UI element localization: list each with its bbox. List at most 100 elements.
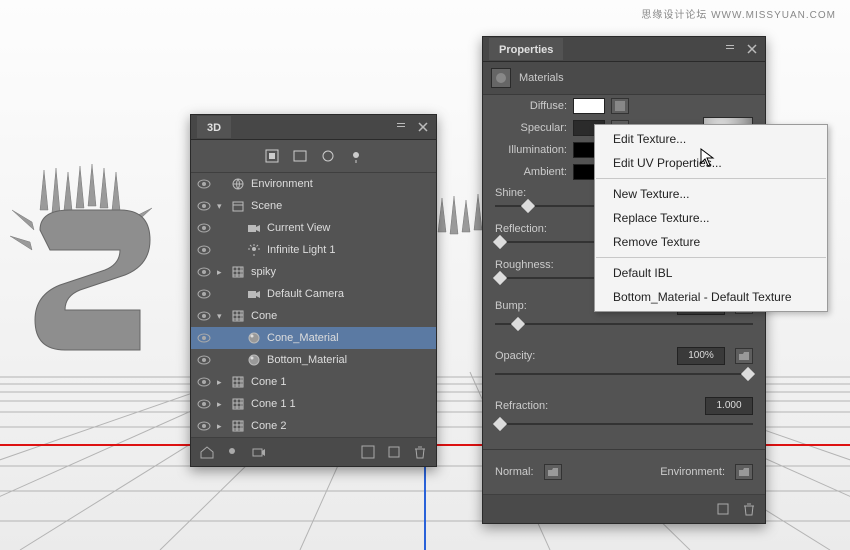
- visibility-toggle[interactable]: [191, 355, 217, 365]
- tree-row-cone-1-1[interactable]: ▸ Cone 1 1: [191, 393, 436, 415]
- label-refraction: Refraction:: [495, 400, 555, 412]
- visibility-toggle[interactable]: [191, 421, 217, 431]
- tree-row-cone-1[interactable]: ▸ Cone 1: [191, 371, 436, 393]
- tab-3d[interactable]: 3D: [197, 116, 231, 138]
- expand-arrow[interactable]: ▾: [217, 311, 231, 322]
- menu-separator: [596, 257, 826, 258]
- panel-3d: 3D Environment ▾SceneCurrent View Infinite…: [190, 114, 437, 467]
- opacity-folder-icon[interactable]: [735, 348, 753, 364]
- tree-item-label: Default Camera: [267, 288, 430, 300]
- tree-item-label: Cone 1: [251, 376, 430, 388]
- tree-row-bottom-material[interactable]: Bottom_Material: [191, 349, 436, 371]
- properties-subheader: Materials: [483, 62, 765, 95]
- visibility-toggle[interactable]: [191, 179, 217, 189]
- label-illumination: Illumination:: [499, 144, 567, 156]
- visibility-toggle[interactable]: [191, 245, 217, 255]
- tree-row-cone-2[interactable]: ▸Cone 2: [191, 415, 436, 437]
- diffuse-texture-menu[interactable]: [611, 98, 629, 114]
- render-icon[interactable]: [360, 444, 376, 460]
- close-icon[interactable]: [416, 120, 430, 134]
- swatch-diffuse[interactable]: [573, 98, 605, 114]
- visibility-toggle[interactable]: [191, 311, 217, 321]
- panel-3d-footer: [191, 437, 436, 466]
- collapse-icon[interactable]: [394, 120, 408, 134]
- tree-item-label: Cone: [251, 310, 430, 322]
- panel-properties-footer: [483, 494, 765, 523]
- mesh-icon: [231, 265, 247, 279]
- mesh-icon: [231, 419, 247, 433]
- scene-tree: Environment ▾SceneCurrent View Infinite Li…: [191, 173, 436, 437]
- filter-light-icon[interactable]: [348, 148, 364, 164]
- visibility-toggle[interactable]: [191, 333, 217, 343]
- camera-add-icon[interactable]: [251, 444, 267, 460]
- expand-arrow[interactable]: ▸: [217, 421, 231, 432]
- close-icon[interactable]: [745, 42, 759, 56]
- expand-arrow[interactable]: ▸: [217, 267, 231, 278]
- cam-icon: [247, 221, 263, 235]
- normal-folder-icon[interactable]: [544, 464, 562, 480]
- mat-icon: [247, 331, 263, 345]
- tree-row-environment[interactable]: Environment: [191, 173, 436, 195]
- slider-bump[interactable]: [495, 321, 753, 335]
- light-add-icon[interactable]: [225, 444, 241, 460]
- tree-item-label: Cone_Material: [267, 332, 430, 344]
- tab-properties[interactable]: Properties: [489, 38, 563, 60]
- mouse-cursor: [700, 148, 716, 168]
- expand-arrow[interactable]: ▸: [217, 377, 231, 388]
- watermark-text: 思缘设计论坛 WWW.MISSYUAN.COM: [641, 6, 836, 21]
- collapse-icon[interactable]: [723, 42, 737, 56]
- visibility-toggle[interactable]: [191, 289, 217, 299]
- cam-icon: [247, 287, 263, 301]
- tree-row-cone-material[interactable]: Cone_Material: [191, 327, 436, 349]
- tree-row-current-view[interactable]: Current View: [191, 217, 436, 239]
- tree-row-infinite-light-1[interactable]: Infinite Light 1: [191, 239, 436, 261]
- field-opacity[interactable]: 100%: [677, 347, 725, 365]
- menu-item-replace-texture[interactable]: Replace Texture...: [595, 206, 827, 230]
- expand-arrow[interactable]: ▸: [217, 399, 231, 410]
- mat-icon: [247, 353, 263, 367]
- label-bump: Bump:: [495, 300, 555, 312]
- env-icon: [231, 177, 247, 191]
- label-environment: Environment:: [660, 466, 725, 478]
- home-icon[interactable]: [199, 444, 215, 460]
- visibility-toggle[interactable]: [191, 377, 217, 387]
- slider-refraction[interactable]: [495, 421, 753, 435]
- tree-item-label: Cone 1 1: [251, 398, 430, 410]
- env-folder-icon[interactable]: [735, 464, 753, 480]
- label-normal: Normal:: [495, 466, 534, 478]
- label-diffuse: Diffuse:: [499, 100, 567, 112]
- section-title: Materials: [519, 72, 564, 84]
- tree-item-label: Infinite Light 1: [267, 244, 430, 256]
- trash-icon[interactable]: [741, 501, 757, 517]
- filter-material-icon[interactable]: [320, 148, 336, 164]
- tree-item-label: Environment: [251, 178, 430, 190]
- panel-properties-header[interactable]: Properties: [483, 37, 765, 62]
- expand-arrow[interactable]: ▾: [217, 201, 231, 212]
- new-icon[interactable]: [386, 444, 402, 460]
- filter-all-icon[interactable]: [264, 148, 280, 164]
- mesh-icon: [231, 309, 247, 323]
- viewport-mesh-s: [30, 210, 170, 440]
- trash-icon[interactable]: [412, 444, 428, 460]
- tree-row-cone[interactable]: ▾ Cone: [191, 305, 436, 327]
- visibility-toggle[interactable]: [191, 201, 217, 211]
- panel-3d-header[interactable]: 3D: [191, 115, 436, 140]
- menu-item-new-texture[interactable]: New Texture...: [595, 182, 827, 206]
- filter-mesh-icon[interactable]: [292, 148, 308, 164]
- new-material-icon[interactable]: [715, 501, 731, 517]
- mesh-icon: [231, 375, 247, 389]
- tree-row-spiky[interactable]: ▸spiky: [191, 261, 436, 283]
- tree-row-scene[interactable]: ▾Scene: [191, 195, 436, 217]
- menu-separator: [596, 178, 826, 179]
- menu-item-remove-texture[interactable]: Remove Texture: [595, 230, 827, 254]
- scene-icon: [231, 199, 247, 213]
- tree-row-default-camera[interactable]: Default Camera: [191, 283, 436, 305]
- slider-opacity[interactable]: [495, 371, 753, 385]
- visibility-toggle[interactable]: [191, 267, 217, 277]
- material-thumb-icon: [491, 68, 511, 88]
- field-refraction[interactable]: 1.000: [705, 397, 753, 415]
- menu-item-bottom-material-default-texture[interactable]: Bottom_Material - Default Texture: [595, 285, 827, 309]
- visibility-toggle[interactable]: [191, 399, 217, 409]
- visibility-toggle[interactable]: [191, 223, 217, 233]
- menu-item-default-ibl[interactable]: Default IBL: [595, 261, 827, 285]
